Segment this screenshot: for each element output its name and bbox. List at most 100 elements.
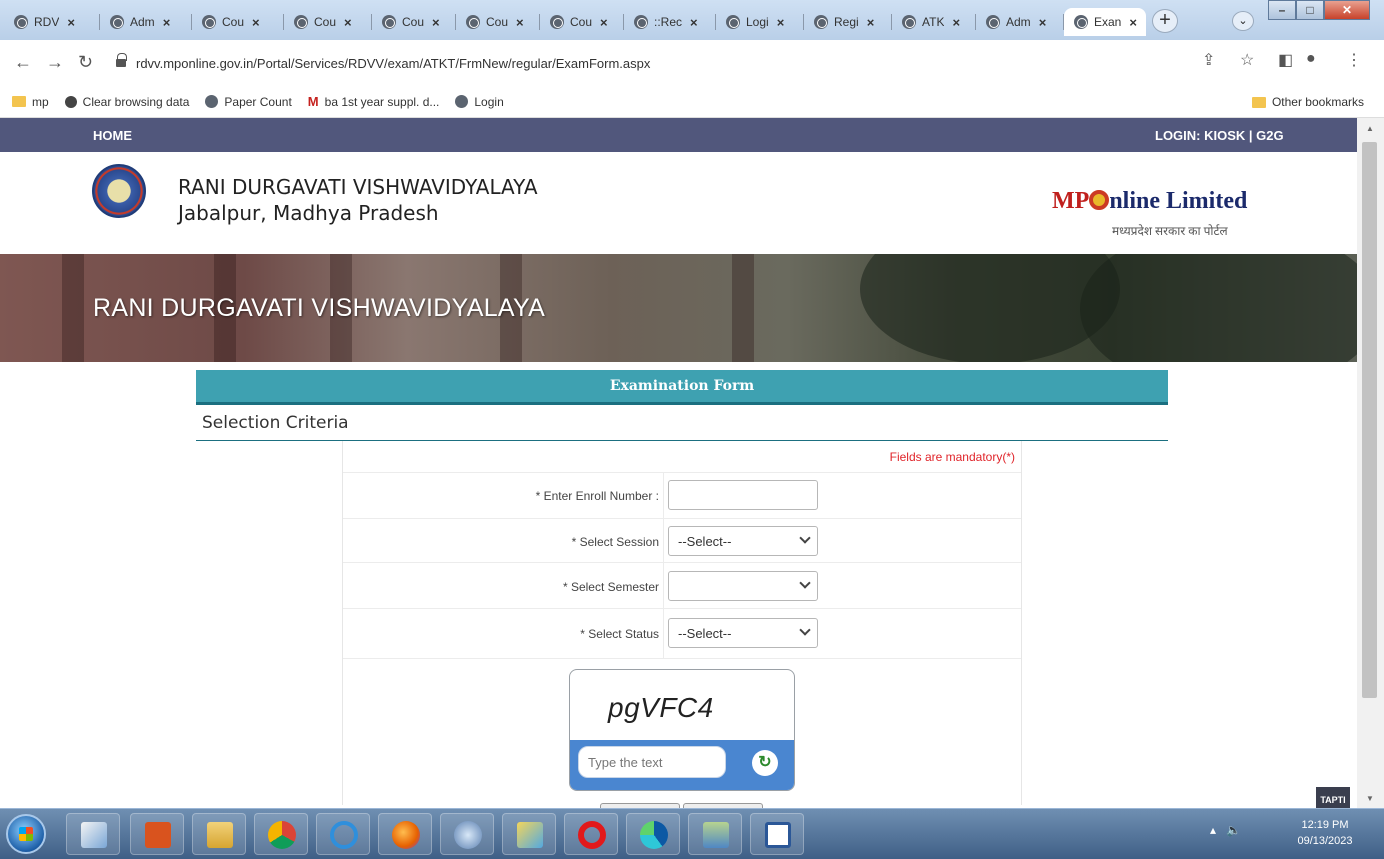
tab-close-icon[interactable]: × <box>163 15 171 30</box>
tab-close-icon[interactable]: × <box>690 15 698 30</box>
url-text[interactable]: rdvv.mponline.gov.in/Portal/Services/RDV… <box>136 56 650 71</box>
taskbar-app-explorer[interactable] <box>688 813 742 855</box>
form-row-session: * Select Session --Select-- <box>343 519 1021 563</box>
tab-close-icon[interactable]: × <box>67 15 75 30</box>
tab-close-icon[interactable]: × <box>777 15 785 30</box>
bookmark-gmail[interactable]: Mba 1st year suppl. d... <box>308 94 440 109</box>
taskbar-app-word[interactable] <box>750 813 804 855</box>
back-icon[interactable]: ← <box>14 52 32 73</box>
browser-tab[interactable]: Regi × <box>804 8 892 36</box>
taskbar-app-firefox[interactable] <box>378 813 432 855</box>
semester-select[interactable] <box>668 571 818 601</box>
other-bookmarks[interactable]: Other bookmarks <box>1251 95 1364 109</box>
tab-label: Logi <box>746 15 769 29</box>
browser-tab[interactable]: Cou × <box>540 8 624 36</box>
word-icon <box>765 822 791 848</box>
browser-tab[interactable]: Adm × <box>100 8 192 36</box>
chevron-down-icon <box>799 532 811 544</box>
enroll-label: * Enter Enroll Number : <box>535 489 659 503</box>
tab-close-icon[interactable]: × <box>867 15 875 30</box>
captcha-input[interactable]: Type the text <box>578 746 726 778</box>
chevron-down-icon <box>799 577 811 589</box>
globe-icon <box>455 95 469 108</box>
system-tray[interactable]: ▴ 🔈 <box>1210 823 1241 837</box>
status-select[interactable]: --Select-- <box>668 618 818 648</box>
tab-label: Cou <box>486 15 509 29</box>
browser-tab[interactable]: Cou × <box>456 8 540 36</box>
globe-icon <box>294 15 308 29</box>
taskbar-app-media[interactable] <box>440 813 494 855</box>
browser-tab[interactable]: Adm × <box>976 8 1064 36</box>
browser-tab[interactable]: RDV × <box>4 8 100 36</box>
bookmark-clear-browsing-data[interactable]: Clear browsing data <box>64 95 189 109</box>
forward-icon[interactable]: → <box>46 52 64 73</box>
tab-label: Adm <box>130 15 155 29</box>
tab-close-icon[interactable]: × <box>1129 15 1137 30</box>
browser-tab[interactable]: ATK × <box>892 8 976 36</box>
tab-close-icon[interactable]: × <box>1039 15 1047 30</box>
browser-tab[interactable]: Cou × <box>372 8 456 36</box>
scroll-up-arrow-icon[interactable]: ▲ <box>1366 124 1374 133</box>
taskbar-clock[interactable]: 12:19 PM 09/13/2023 <box>1284 817 1366 849</box>
close-window-button[interactable]: ✕ <box>1324 0 1370 20</box>
login-link[interactable]: LOGIN: KIOSK | G2G <box>1155 128 1284 143</box>
tab-close-icon[interactable]: × <box>600 15 608 30</box>
scrollbar-thumb[interactable] <box>1362 142 1377 698</box>
internet-explorer-icon <box>330 821 358 849</box>
captcha-widget: pgVFC4 Type the text ↻ <box>569 669 795 791</box>
tab-close-icon[interactable]: × <box>516 15 524 30</box>
taskbar-app-edge[interactable] <box>626 813 680 855</box>
minimize-button[interactable]: – <box>1268 0 1296 20</box>
browser-tab[interactable]: Cou × <box>284 8 372 36</box>
menu-kebab-icon[interactable]: ⋮ <box>1346 50 1362 70</box>
globe-icon <box>14 15 28 29</box>
lock-icon <box>116 53 127 67</box>
tab-close-icon[interactable]: × <box>344 15 352 30</box>
globe-icon <box>550 15 564 29</box>
tab-close-icon[interactable]: × <box>432 15 440 30</box>
folder-icon <box>1251 96 1266 108</box>
tab-label: Cou <box>402 15 425 29</box>
share-icon[interactable]: ⇪ <box>1202 50 1215 70</box>
scroll-down-arrow-icon[interactable]: ▼ <box>1366 794 1374 803</box>
address-bar[interactable]: rdvv.mponline.gov.in/Portal/Services/RDV… <box>104 46 1364 80</box>
globe-icon <box>110 15 124 29</box>
tab-search-button[interactable]: ⌄ <box>1232 11 1254 31</box>
form-row-mandatory: Fields are mandatory(*) <box>343 441 1021 473</box>
home-link[interactable]: HOME <box>93 128 132 143</box>
tab-label: Adm <box>1006 15 1031 29</box>
browser-tab[interactable]: ::Rec × <box>624 8 716 36</box>
profile-avatar[interactable]: ● <box>1306 50 1316 68</box>
file-manager-icon <box>207 822 233 848</box>
bookmark-paper-count[interactable]: Paper Count <box>205 95 292 109</box>
bookmark-star-icon[interactable]: ☆ <box>1240 50 1254 70</box>
browser-tab[interactable]: Exan × <box>1064 8 1146 36</box>
mponline-tagline: मध्यप्रदेश सरकार का पोर्टल <box>1112 224 1228 238</box>
bookmark-mp[interactable]: mp <box>12 95 49 109</box>
taskbar-app-internet-explorer[interactable] <box>316 813 370 855</box>
refresh-icon[interactable]: ↻ <box>752 750 778 776</box>
form-title-bar: Examination Form <box>196 370 1168 405</box>
tab-close-icon[interactable]: × <box>252 15 260 30</box>
taskbar-app-explorer-folder[interactable] <box>66 813 120 855</box>
globe-icon <box>634 15 648 29</box>
page-scrollbar[interactable]: ▲ ▼ <box>1357 118 1384 808</box>
taskbar-app-office[interactable] <box>130 813 184 855</box>
bookmark-login[interactable]: Login <box>455 95 504 109</box>
enroll-number-input[interactable] <box>668 480 818 510</box>
windows-taskbar: ▴ 🔈 12:19 PM 09/13/2023 <box>0 808 1384 859</box>
session-select[interactable]: --Select-- <box>668 526 818 556</box>
browser-tab[interactable]: Logi × <box>716 8 804 36</box>
tab-close-icon[interactable]: × <box>952 15 960 30</box>
maximize-button[interactable]: □ <box>1296 0 1324 20</box>
side-panel-icon[interactable]: ◧ <box>1278 50 1293 70</box>
taskbar-app-file-manager[interactable] <box>192 813 246 855</box>
semester-label: * Select Semester <box>562 580 659 594</box>
reload-icon[interactable]: ↻ <box>78 52 93 73</box>
taskbar-app-chrome[interactable] <box>254 813 308 855</box>
taskbar-app-opera[interactable] <box>564 813 618 855</box>
browser-tab[interactable]: Cou × <box>192 8 284 36</box>
taskbar-app-photos[interactable] <box>502 813 556 855</box>
new-tab-button[interactable]: + <box>1152 9 1178 33</box>
start-button[interactable] <box>6 814 46 854</box>
